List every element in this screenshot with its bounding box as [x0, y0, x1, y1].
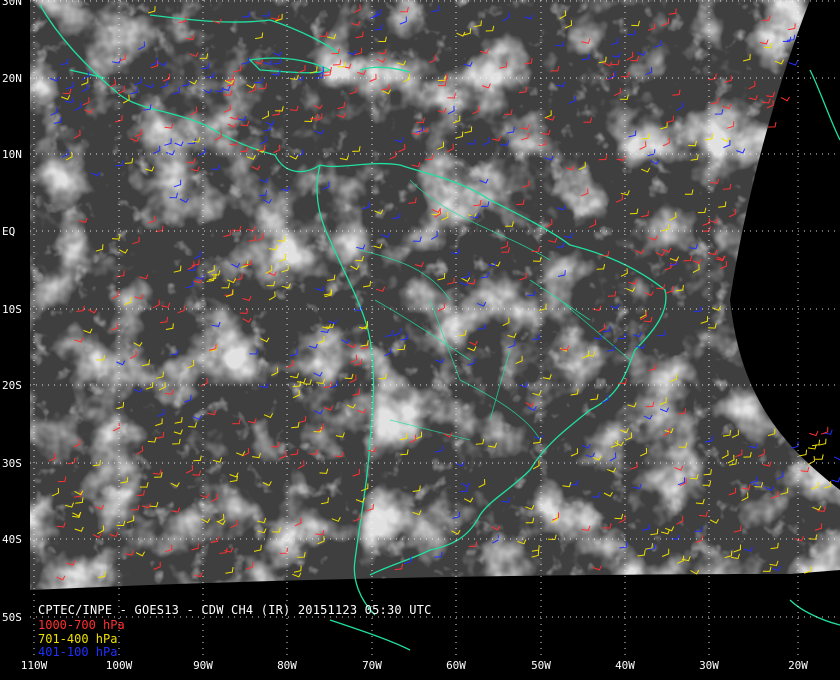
lon-label: 30W [699, 659, 719, 672]
lat-label: 30N [2, 0, 22, 8]
lon-label: 20W [788, 659, 808, 672]
wind-barb [831, 477, 840, 483]
wind-barb [815, 454, 824, 460]
lon-label: 70W [362, 659, 382, 672]
map-canvas [30, 0, 840, 656]
lon-label: 110W [20, 659, 48, 672]
legend-low-level: 1000-700 hPa [38, 618, 125, 632]
legend-high-level: 401-100 hPa [38, 645, 118, 659]
lon-label: 90W [193, 659, 213, 672]
lon-label: 100W [105, 659, 133, 672]
wind-barb [780, 96, 790, 102]
wind-barb [788, 60, 798, 66]
wind-barb [811, 439, 821, 447]
lat-label: 30S [2, 457, 22, 470]
wind-barb [767, 121, 777, 128]
wind-barb [809, 430, 819, 437]
lat-label: 10N [2, 148, 22, 161]
wind-barb [799, 449, 808, 457]
lat-label: 20S [2, 379, 22, 392]
lat-label: 40S [2, 533, 22, 546]
product-caption: CPTEC/INPE - GOES13 - CDW CH4 (IR) 20151… [38, 603, 432, 617]
lat-label: EQ [2, 225, 16, 238]
wind-barb [808, 455, 816, 465]
legend-mid-level: 701-400 hPa [38, 632, 118, 646]
earth-edge-south [300, 586, 840, 656]
lat-label: 10S [2, 303, 22, 316]
lon-label: 40W [615, 659, 635, 672]
wind-barb [818, 438, 827, 446]
lon-label: 50W [531, 659, 551, 672]
lat-label: 50S [2, 611, 22, 624]
lon-label: 60W [446, 659, 466, 672]
satellite-map [30, 0, 840, 656]
wind-barb [833, 456, 840, 461]
lat-label: 20N [2, 72, 22, 85]
lon-label: 80W [277, 659, 297, 672]
